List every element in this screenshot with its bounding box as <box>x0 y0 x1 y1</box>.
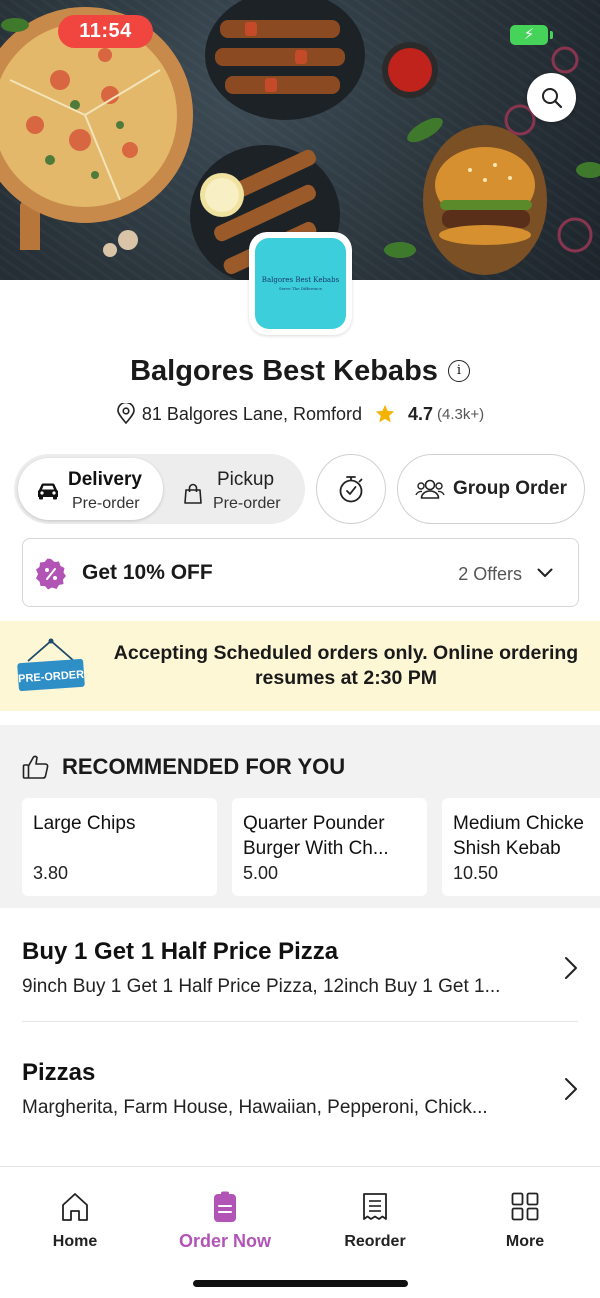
stopwatch-icon <box>339 476 363 503</box>
chevron-right-icon <box>565 957 577 979</box>
pickup-label: Pickup <box>217 469 275 490</box>
nav-home[interactable]: Home <box>0 1189 150 1251</box>
offers-card[interactable]: Get 10% OFF 2 Offers <box>22 538 579 607</box>
receipt-icon <box>363 1193 387 1220</box>
restaurant-logo: Balgores Best Kebabs Serve The Differenc… <box>249 232 352 335</box>
battery-charging-icon: ⚡ <box>510 25 553 45</box>
delivery-option[interactable]: Delivery Pre-order <box>18 458 163 520</box>
logo-tagline: Serve The Difference <box>279 286 322 291</box>
order-icon <box>214 1191 236 1222</box>
delivery-sublabel: Pre-order <box>72 495 140 512</box>
home-icon <box>62 1193 88 1221</box>
discount-badge-icon <box>36 558 66 590</box>
pickup-sublabel: Pre-order <box>213 495 281 512</box>
restaurant-meta: 81 Balgores Lane, Romford 4.7 (4.3k+) <box>0 400 600 428</box>
item-name: Quarter Pounder <box>243 813 385 834</box>
recommended-item-card[interactable]: Medium Chicke Shish Kebab 10.50 <box>442 798 600 896</box>
nav-reorder[interactable]: Reorder <box>300 1189 450 1251</box>
offer-title: Get 10% OFF <box>82 561 213 584</box>
location-pin-icon <box>117 403 135 425</box>
offer-count: 2 Offers <box>458 564 522 584</box>
preorder-message: Accepting Scheduled orders only. Online … <box>113 642 579 689</box>
car-icon <box>38 483 58 500</box>
star-icon <box>375 404 395 423</box>
pickup-option[interactable]: Pickup Pre-order <box>169 458 301 520</box>
chevron-right-icon <box>565 1078 577 1100</box>
home-indicator <box>193 1280 408 1287</box>
schedule-timer-button[interactable] <box>316 454 386 524</box>
recommended-section: RECOMMENDED FOR YOU Large Chips 3.80 Qua… <box>0 725 600 908</box>
nav-more-label: More <box>505 1233 545 1250</box>
group-order-label: Group Order <box>452 478 567 499</box>
group-users-icon <box>415 479 445 499</box>
item-price: 5.00 <box>243 863 279 883</box>
recommended-title: RECOMMENDED FOR YOU <box>62 754 346 779</box>
group-order-button[interactable]: Group Order <box>397 454 585 524</box>
item-price: 10.50 <box>453 863 499 883</box>
item-name-line2: Burger With Ch... <box>243 838 389 859</box>
nav-home-label: Home <box>52 1233 98 1250</box>
restaurant-address[interactable]: 81 Balgores Lane, Romford <box>142 404 362 425</box>
nav-reorder-label: Reorder <box>344 1233 406 1250</box>
category-row[interactable]: Pizzas Margherita, Farm House, Hawaiian,… <box>0 1029 600 1142</box>
recommended-item-card[interactable]: Large Chips 3.80 <box>22 798 217 896</box>
recommended-header: RECOMMENDED FOR YOU <box>22 754 345 780</box>
category-row[interactable]: Buy 1 Get 1 Half Price Pizza 9inch Buy 1… <box>0 908 600 1021</box>
preorder-banner: PRE-ORDER Accepting Scheduled orders onl… <box>0 621 600 711</box>
search-button[interactable] <box>527 73 576 122</box>
shopping-bag-icon <box>184 483 202 504</box>
item-name: Medium Chicke <box>453 813 584 834</box>
order-mode-toggle: Delivery Pre-order Pickup Pre-order <box>14 454 305 524</box>
info-icon[interactable]: i <box>447 360 470 382</box>
item-name: Large Chips <box>33 813 136 834</box>
category-description: Margherita, Farm House, Hawaiian, Pepper… <box>22 1097 488 1118</box>
thumbs-up-icon <box>22 755 49 779</box>
divider <box>22 1021 578 1022</box>
grid-icon <box>511 1192 539 1221</box>
nav-order-now-label: Order Now <box>178 1231 271 1251</box>
restaurant-title-row: Balgores Best Kebabs i <box>0 352 600 390</box>
restaurant-name: Balgores Best Kebabs <box>130 354 438 387</box>
bottom-navigation: Home Order Now Reorder More <box>0 1166 600 1298</box>
nav-order-now[interactable]: Order Now <box>150 1189 300 1252</box>
category-description: 9inch Buy 1 Get 1 Half Price Pizza, 12in… <box>22 976 501 997</box>
search-icon <box>541 87 562 108</box>
preorder-sign-icon: PRE-ORDER <box>17 638 85 692</box>
category-name: Buy 1 Get 1 Half Price Pizza <box>22 938 339 965</box>
nav-more[interactable]: More <box>450 1189 600 1251</box>
chevron-down-icon <box>537 568 553 577</box>
delivery-label: Delivery <box>68 469 142 490</box>
category-name: Pizzas <box>22 1059 96 1086</box>
logo-text: Balgores Best Kebabs <box>261 276 340 284</box>
recommended-item-card[interactable]: Quarter Pounder Burger With Ch... 5.00 <box>232 798 427 896</box>
status-time: 11:54 <box>58 15 153 48</box>
rating-value: 4.7 <box>408 403 434 424</box>
item-price: 3.80 <box>33 863 69 883</box>
item-name-line2: Shish Kebab <box>453 838 561 859</box>
rating-count: (4.3k+) <box>437 405 485 423</box>
